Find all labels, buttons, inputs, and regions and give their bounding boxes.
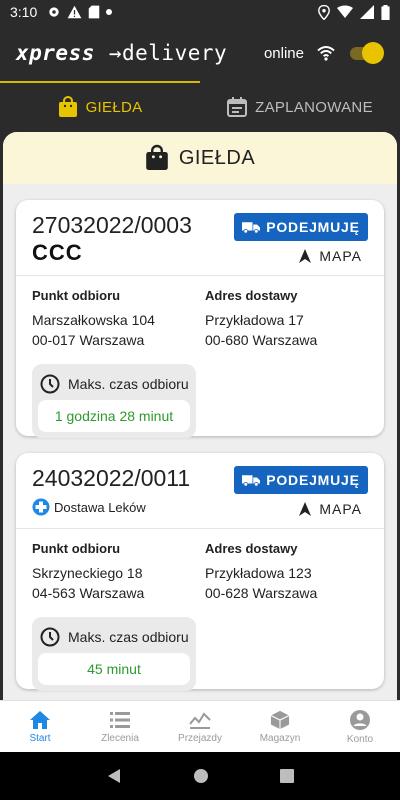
tab-zaplanowane-label: ZAPLANOWANE bbox=[255, 98, 373, 116]
delivery-city: 00-628 Warszawa bbox=[205, 585, 318, 601]
pickup-city: 00-017 Warszawa bbox=[32, 332, 145, 348]
order-card: 24032022/0011 Dostawa Leków PODEJMUJĘ MA… bbox=[16, 453, 384, 691]
nav-przejazdy-label: Przejazdy bbox=[178, 732, 222, 744]
client-logo: Dostawa Leków bbox=[32, 498, 146, 516]
delivery-city: 00-680 Warszawa bbox=[205, 332, 318, 348]
orders-sheet: GIEŁDA 27032022/0003 CCC PODEJMUJĘ MAPA … bbox=[3, 132, 397, 700]
delivery-street: Przykładowa 17 bbox=[205, 312, 304, 328]
section-header: GIEŁDA bbox=[3, 132, 397, 184]
pickup-street: Skrzyneckiego 18 bbox=[32, 565, 143, 581]
bag-icon bbox=[146, 144, 168, 170]
pickup-label: Punkt odbioru bbox=[32, 541, 121, 556]
delivery-street: Przykładowa 123 bbox=[205, 565, 312, 581]
take-order-label: PODEJMUJĘ bbox=[266, 472, 360, 488]
pickup-city: 04-563 Warszawa bbox=[32, 585, 145, 601]
bag-icon bbox=[58, 96, 77, 117]
map-button[interactable]: MAPA bbox=[299, 248, 362, 264]
map-label: MAPA bbox=[319, 248, 362, 264]
order-number: 24032022/0011 bbox=[32, 465, 191, 491]
home-icon bbox=[30, 710, 50, 729]
calendar-icon bbox=[227, 97, 248, 117]
nav-zlecenia-label: Zlecenia bbox=[101, 732, 139, 744]
pickup-label: Punkt odbioru bbox=[32, 288, 121, 303]
take-order-button[interactable]: PODEJMUJĘ bbox=[234, 213, 368, 241]
nav-magazyn[interactable]: Magazyn bbox=[240, 701, 320, 752]
pickup-time-box: Maks. czas odbioru 1 godzina 28 minut bbox=[32, 364, 196, 438]
tab-bar: GIEŁDA ZAPLANOWANE bbox=[0, 84, 400, 130]
nav-przejazdy[interactable]: Przejazdy bbox=[160, 701, 240, 752]
account-icon bbox=[350, 709, 370, 730]
logo-delivery: →delivery bbox=[108, 41, 228, 65]
app-logo: xpress →delivery bbox=[16, 41, 227, 65]
nav-zlecenia[interactable]: Zlecenia bbox=[80, 701, 160, 752]
online-toggle[interactable] bbox=[348, 42, 384, 64]
box-icon bbox=[270, 710, 290, 729]
navigation-arrow-icon bbox=[299, 502, 312, 516]
chart-icon bbox=[189, 711, 211, 729]
status-time: 3:10 bbox=[10, 4, 38, 20]
take-order-label: PODEJMUJĘ bbox=[266, 219, 360, 235]
client-logo: CCC bbox=[32, 240, 83, 265]
time-label: Maks. czas odbioru bbox=[68, 629, 189, 645]
online-label: online bbox=[263, 44, 304, 62]
wifi-icon bbox=[337, 5, 353, 18]
truck-icon bbox=[242, 221, 261, 233]
map-label: MAPA bbox=[319, 501, 362, 517]
take-order-button[interactable]: PODEJMUJĘ bbox=[234, 466, 368, 494]
pickup-time-box: Maks. czas odbioru 45 minut bbox=[32, 617, 196, 691]
location-icon bbox=[318, 4, 330, 20]
navigation-arrow-icon bbox=[299, 249, 312, 263]
order-number: 27032022/0003 bbox=[32, 212, 192, 238]
order-card: 27032022/0003 CCC PODEJMUJĘ MAPA Punkt o… bbox=[16, 200, 384, 438]
app-bar: xpress →delivery online bbox=[0, 24, 400, 82]
list-icon bbox=[110, 711, 130, 728]
nav-konto[interactable]: Konto bbox=[320, 701, 400, 752]
signal-icon bbox=[360, 5, 374, 19]
system-navigation bbox=[0, 752, 400, 800]
pickup-address: Punkt odbioru Skrzyneckiego 18 04-563 Wa… bbox=[32, 539, 144, 603]
pickup-address: Punkt odbioru Marszałkowska 104 00-017 W… bbox=[32, 286, 155, 350]
tab-gielda-label: GIEŁDA bbox=[85, 98, 143, 116]
nav-konto-label: Konto bbox=[346, 733, 374, 745]
section-title: GIEŁDA bbox=[178, 146, 256, 169]
client-name: Dostawa Leków bbox=[54, 499, 146, 515]
nav-start[interactable]: Start bbox=[0, 701, 80, 752]
logo-xpress: xpress bbox=[16, 41, 95, 65]
battery-icon bbox=[381, 4, 390, 20]
delivery-label: Adres dostawy bbox=[205, 288, 298, 303]
delivery-address: Adres dostawy Przykładowa 17 00-680 Wars… bbox=[205, 286, 317, 350]
pharmacy-cross-icon bbox=[32, 498, 50, 516]
truck-icon bbox=[242, 474, 261, 486]
home-button-icon[interactable] bbox=[193, 768, 209, 784]
clock-icon bbox=[40, 374, 60, 394]
status-bar: 3:10 bbox=[0, 0, 400, 24]
sd-card-icon bbox=[89, 5, 100, 19]
time-label: Maks. czas odbioru bbox=[68, 376, 189, 392]
warning-icon bbox=[67, 5, 82, 19]
delivery-address: Adres dostawy Przykładowa 123 00-628 War… bbox=[205, 539, 317, 603]
recents-icon[interactable] bbox=[280, 769, 295, 783]
nav-start-label: Start bbox=[29, 732, 51, 744]
clock-icon bbox=[40, 627, 60, 647]
back-icon[interactable] bbox=[106, 768, 122, 784]
main-content[interactable]: GIEŁDA 27032022/0003 CCC PODEJMUJĘ MAPA … bbox=[0, 130, 400, 700]
map-button[interactable]: MAPA bbox=[299, 501, 362, 517]
tab-zaplanowane[interactable]: ZAPLANOWANE bbox=[200, 84, 400, 130]
delivery-label: Adres dostawy bbox=[205, 541, 298, 556]
time-value: 1 godzina 28 minut bbox=[38, 400, 190, 432]
gear-icon bbox=[49, 7, 59, 17]
dot-icon bbox=[106, 9, 113, 15]
wifi-icon bbox=[317, 46, 335, 61]
bottom-navigation: Start Zlecenia Przejazdy Magazyn Konto bbox=[0, 700, 400, 752]
logo-underline bbox=[0, 81, 200, 83]
nav-magazyn-label: Magazyn bbox=[259, 732, 301, 744]
pickup-street: Marszałkowska 104 bbox=[32, 312, 155, 328]
time-value: 45 minut bbox=[38, 653, 190, 685]
tab-gielda[interactable]: GIEŁDA bbox=[0, 84, 200, 130]
